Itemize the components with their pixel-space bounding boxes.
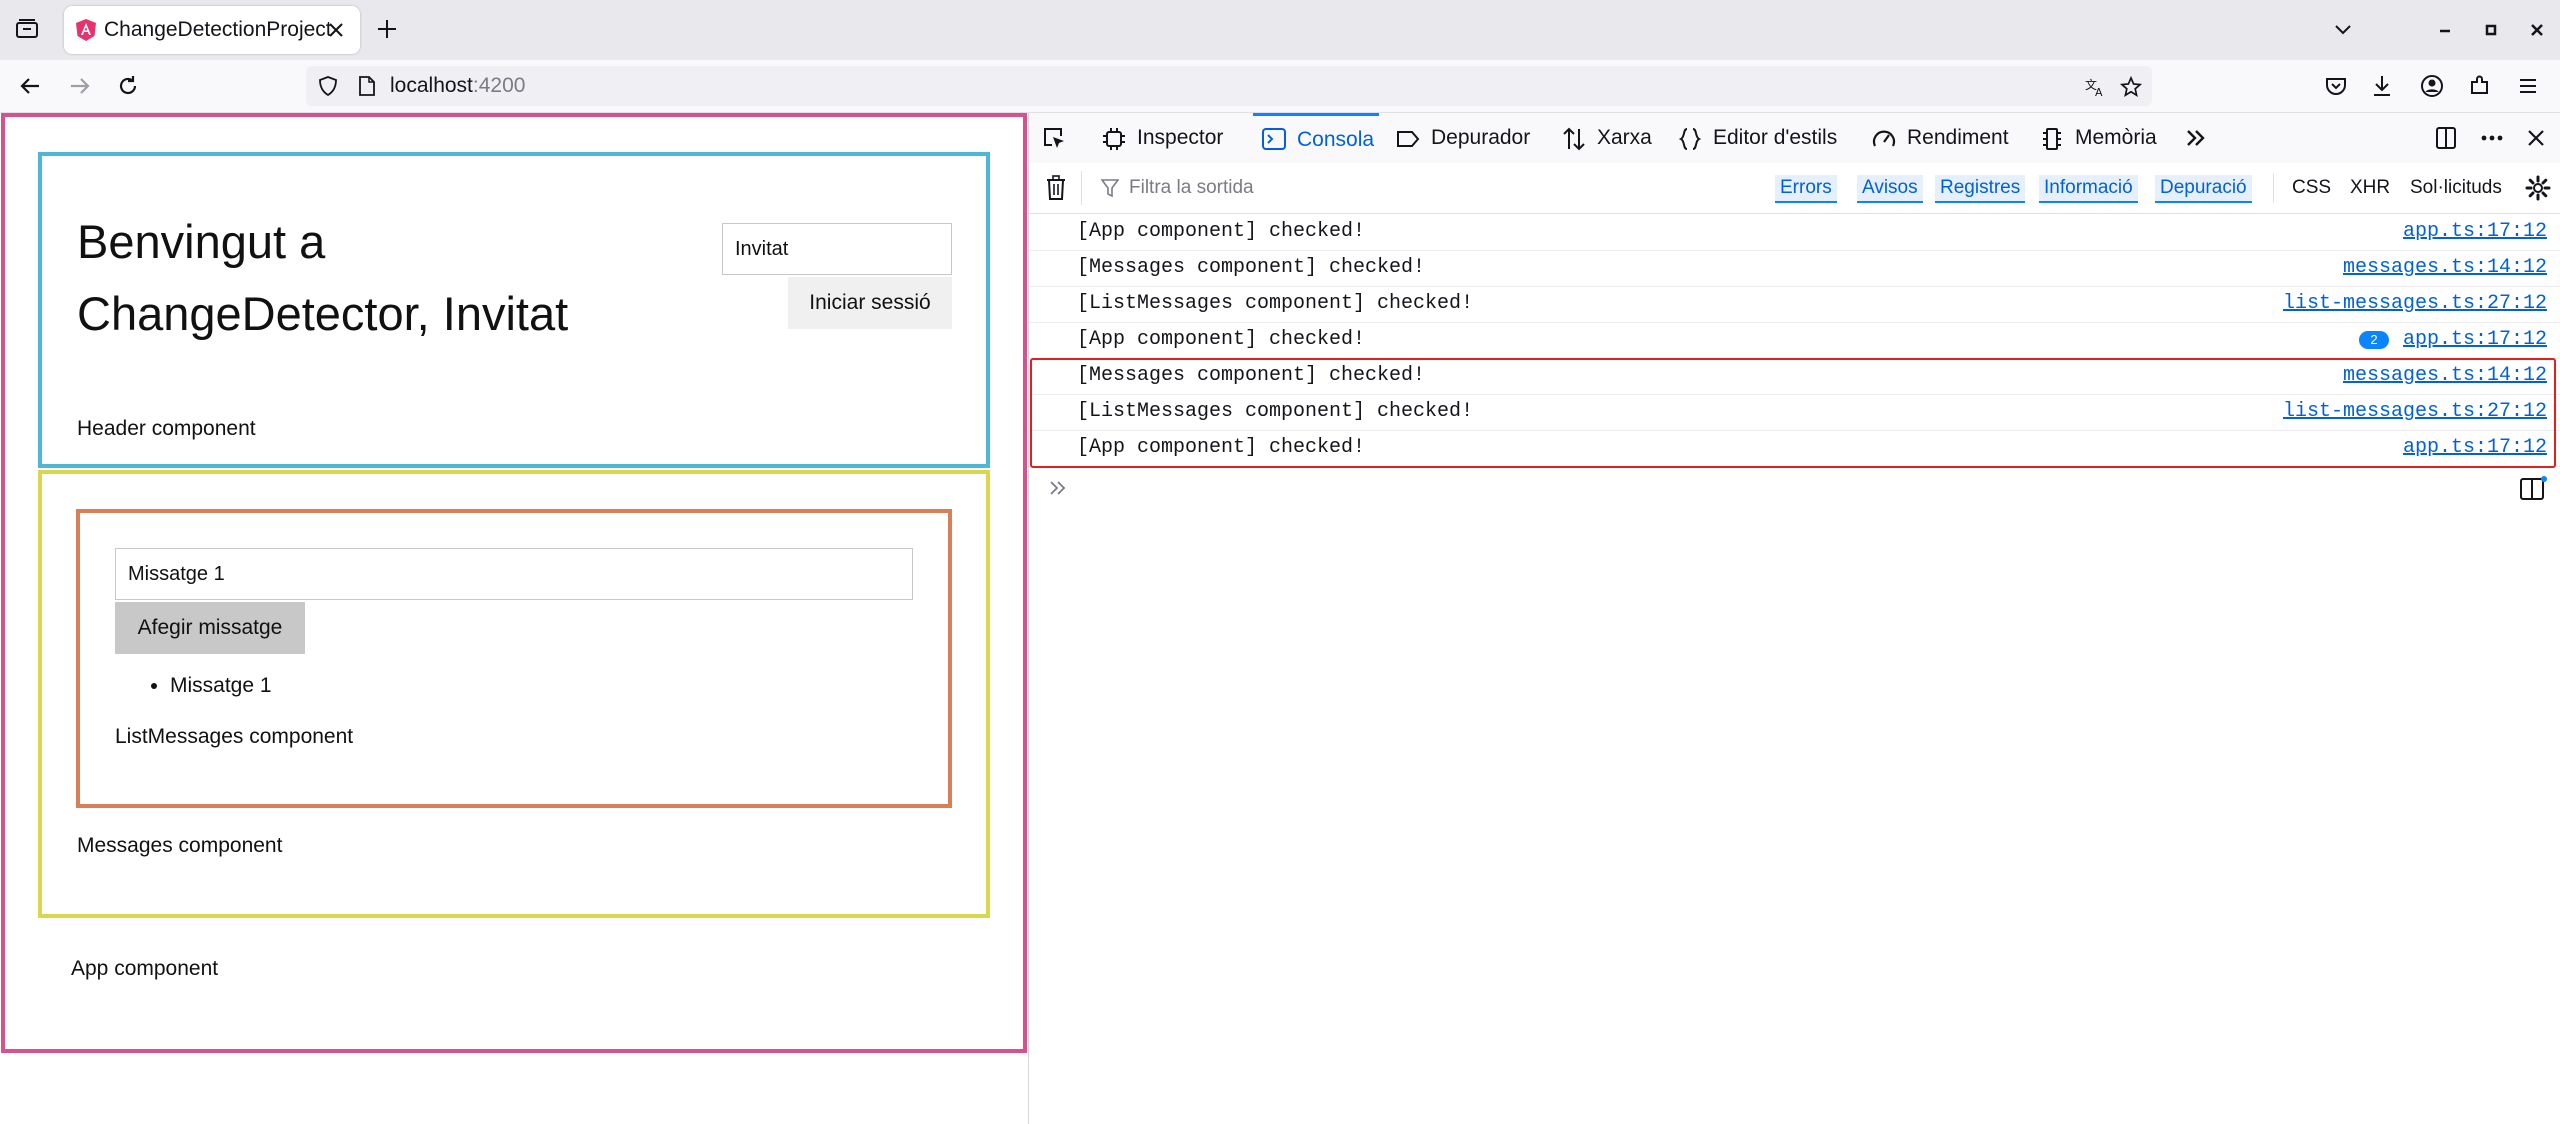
- console-settings-gear-icon[interactable]: [2525, 175, 2551, 201]
- console-log-row: [Messages component] checked! messages.t…: [1029, 250, 2560, 287]
- tab-label: Depurador: [1431, 126, 1531, 149]
- filter-logs-button[interactable]: Registres: [1935, 175, 2026, 203]
- console-icon: [1262, 128, 1286, 150]
- tab-label: Inspector: [1137, 126, 1224, 149]
- message-list: Missatge 1: [150, 672, 272, 700]
- add-message-button[interactable]: Afegir missatge: [115, 602, 305, 654]
- tab-debugger[interactable]: Depurador: [1395, 113, 1545, 163]
- navigation-toolbar: localhost:4200 文 A: [0, 60, 2560, 113]
- translate-icon[interactable]: 文 A: [2084, 76, 2106, 98]
- reload-icon[interactable]: [114, 72, 142, 100]
- tab-memory[interactable]: Memòria: [2039, 113, 2169, 163]
- tab-active[interactable]: ChangeDetectionProject: [64, 6, 360, 54]
- tab-label: Rendiment: [1907, 126, 2009, 149]
- tab-network[interactable]: Xarxa: [1561, 113, 1671, 163]
- tab-label: Memòria: [2075, 126, 2157, 149]
- more-options-icon[interactable]: [2479, 125, 2505, 151]
- devtools-panel: Inspector Consola Depurador Xarxa Editor…: [1028, 113, 2560, 1124]
- console-log-row: [App component] checked! 2 app.ts:17:12: [1029, 322, 2560, 359]
- list-all-tabs-icon[interactable]: [2330, 17, 2356, 43]
- list-item: Missatge 1: [170, 672, 272, 700]
- filter-info-button[interactable]: Informació: [2039, 175, 2138, 203]
- app-component-label: App component: [71, 957, 219, 980]
- editor-mode-toggle-icon[interactable]: [2519, 475, 2547, 501]
- url-text: localhost:4200: [390, 74, 526, 97]
- close-window-icon[interactable]: [2524, 17, 2550, 43]
- web-page-viewport: Benvingut a ChangeDetector, Invitat Invi…: [0, 113, 1028, 1124]
- log-source-link[interactable]: list-messages.ts:27:12: [2283, 286, 2547, 322]
- element-picker-icon[interactable]: [1041, 125, 1067, 151]
- console-filter-bar: Filtra la sortida Errors Avisos Registre…: [1029, 163, 2560, 214]
- pocket-icon[interactable]: [2322, 72, 2350, 100]
- angular-favicon-icon: [76, 19, 96, 41]
- tab-strip: ChangeDetectionProject: [0, 0, 2560, 60]
- filter-xhr-button[interactable]: XHR: [2345, 175, 2395, 201]
- highlighted-log-group: [1030, 358, 2556, 468]
- log-source-link[interactable]: app.ts:17:12: [2403, 322, 2547, 358]
- log-message: [App component] checked!: [1077, 220, 1366, 243]
- divider: [2273, 173, 2274, 203]
- tab-inspector[interactable]: Inspector: [1101, 113, 1231, 163]
- log-message: [App component] checked!: [1077, 328, 1366, 351]
- welcome-heading: Benvingut a ChangeDetector, Invitat: [77, 215, 569, 340]
- forward-icon[interactable]: [66, 72, 94, 100]
- header-component-label: Header component: [77, 417, 256, 440]
- list-messages-component-label: ListMessages component: [115, 725, 354, 748]
- filter-css-button[interactable]: CSS: [2287, 175, 2336, 201]
- console-input-prompt-icon: [1050, 481, 1066, 495]
- svg-text:A: A: [2095, 86, 2103, 98]
- maximize-icon[interactable]: [2478, 17, 2504, 43]
- close-devtools-icon[interactable]: [2523, 125, 2549, 151]
- extensions-icon[interactable]: [2466, 72, 2494, 100]
- minimize-icon[interactable]: [2432, 17, 2458, 43]
- tab-label: Xarxa: [1597, 126, 1652, 149]
- messages-component-label: Messages component: [77, 834, 283, 857]
- log-message: [Messages component] checked!: [1077, 256, 1426, 279]
- tab-style-editor[interactable]: Editor d'estils: [1677, 113, 1877, 163]
- bookmark-star-icon[interactable]: [2120, 76, 2142, 98]
- page-info-icon[interactable]: [358, 76, 376, 96]
- message-input[interactable]: Missatge 1: [115, 548, 913, 600]
- filter-requests-button[interactable]: Sol·licituds: [2405, 175, 2507, 201]
- repeat-count-badge: 2: [2359, 331, 2389, 349]
- new-tab-icon[interactable]: [374, 16, 400, 42]
- username-input[interactable]: Invitat: [722, 223, 952, 275]
- filter-debug-button[interactable]: Depuració: [2155, 175, 2252, 203]
- tab-label: Consola: [1297, 128, 1375, 151]
- tab-title: ChangeDetectionProject: [104, 18, 332, 41]
- memory-icon: [2043, 128, 2061, 150]
- filter-warnings-button[interactable]: Avisos: [1857, 175, 1923, 203]
- filter-output-input[interactable]: Filtra la sortida: [1129, 163, 1254, 213]
- performance-icon: [1872, 130, 1896, 147]
- tab-label: Editor d'estils: [1713, 126, 1838, 149]
- app-menu-icon[interactable]: [2514, 72, 2542, 100]
- tab-performance[interactable]: Rendiment: [1871, 113, 2021, 163]
- log-source-link[interactable]: app.ts:17:12: [2403, 214, 2547, 250]
- debugger-icon: [1397, 131, 1420, 147]
- log-source-link[interactable]: messages.ts:14:12: [2343, 250, 2547, 286]
- inspector-icon: [1103, 128, 1125, 150]
- filter-funnel-icon: [1101, 179, 1119, 198]
- tab-close-icon[interactable]: [324, 18, 348, 42]
- style-editor-icon: [1678, 128, 1702, 150]
- devtools-toolbar: Inspector Consola Depurador Xarxa Editor…: [1029, 113, 2560, 164]
- more-tools-chevron-icon[interactable]: [2183, 125, 2209, 151]
- dock-toggle-icon[interactable]: [2433, 125, 2459, 151]
- tab-console[interactable]: Consola: [1253, 113, 1379, 163]
- clear-console-trash-icon[interactable]: [1045, 175, 1067, 201]
- login-button[interactable]: Iniciar sessió: [788, 277, 952, 329]
- divider: [1081, 171, 1082, 205]
- downloads-icon[interactable]: [2368, 72, 2396, 100]
- console-log-row: [ListMessages component] checked! list-m…: [1029, 286, 2560, 323]
- tab-overview-icon[interactable]: [14, 17, 40, 41]
- account-icon[interactable]: [2418, 72, 2446, 100]
- log-message: [ListMessages component] checked!: [1077, 292, 1474, 315]
- filter-errors-button[interactable]: Errors: [1775, 175, 1837, 203]
- back-icon[interactable]: [16, 72, 44, 100]
- tracking-protection-shield-icon[interactable]: [318, 76, 338, 96]
- address-bar[interactable]: localhost:4200 文 A: [306, 66, 2152, 106]
- console-log-row: [App component] checked! app.ts:17:12: [1029, 214, 2560, 251]
- network-icon: [1563, 127, 1585, 151]
